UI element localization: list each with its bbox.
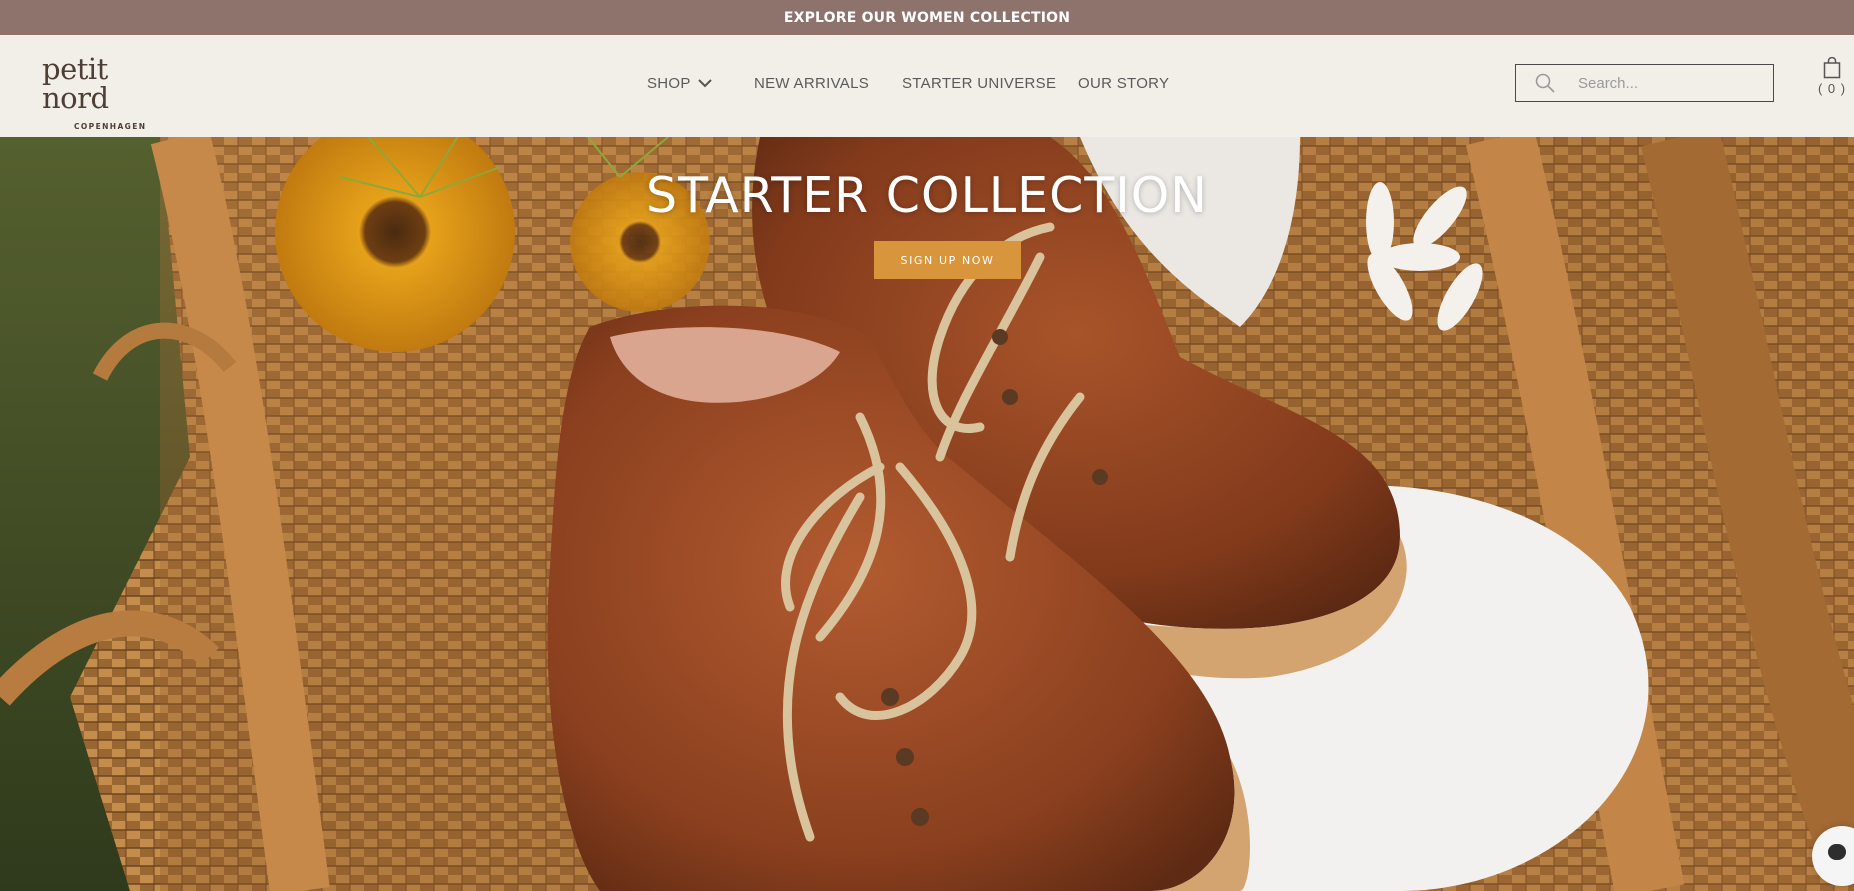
announcement-bar[interactable]: EXPLORE OUR WOMEN COLLECTION	[0, 0, 1854, 35]
cart-count: ( 0 )	[1817, 81, 1847, 96]
chevron-down-icon	[697, 75, 713, 91]
site-header: petit nord COPENHAGEN SHOP NEW ARRIVALS …	[0, 35, 1854, 137]
hero-banner[interactable]: STARTER COLLECTION SIGN UP NOW	[0, 137, 1854, 891]
search-box[interactable]	[1515, 64, 1774, 102]
search-input[interactable]	[1576, 73, 1756, 93]
announcement-text[interactable]: EXPLORE OUR WOMEN COLLECTION	[784, 10, 1070, 26]
nav-starter-universe-label: STARTER UNIVERSE	[902, 74, 1057, 92]
search-icon[interactable]	[1534, 72, 1556, 94]
nav-our-story-label: OUR STORY	[1078, 74, 1170, 92]
hero-title: STARTER COLLECTION	[646, 167, 1208, 224]
nav-new-arrivals-label: NEW ARRIVALS	[754, 74, 870, 92]
sign-up-button[interactable]: SIGN UP NOW	[874, 241, 1021, 279]
brand-subtitle: COPENHAGEN	[74, 122, 147, 131]
brand-name: petit nord	[42, 52, 109, 115]
chat-icon-glyph	[1828, 844, 1846, 860]
brand-logo[interactable]: petit nord COPENHAGEN	[42, 52, 178, 132]
cart-button[interactable]: ( 0 )	[1817, 57, 1847, 107]
nav-new-arrivals[interactable]: NEW ARRIVALS	[754, 71, 869, 95]
shopping-bag-icon	[1823, 57, 1841, 79]
nav-our-story[interactable]: OUR STORY	[1078, 71, 1169, 95]
nav-shop[interactable]: SHOP	[647, 71, 713, 95]
nav-shop-label: SHOP	[647, 74, 691, 92]
nav-starter-universe[interactable]: STARTER UNIVERSE	[902, 71, 1056, 95]
